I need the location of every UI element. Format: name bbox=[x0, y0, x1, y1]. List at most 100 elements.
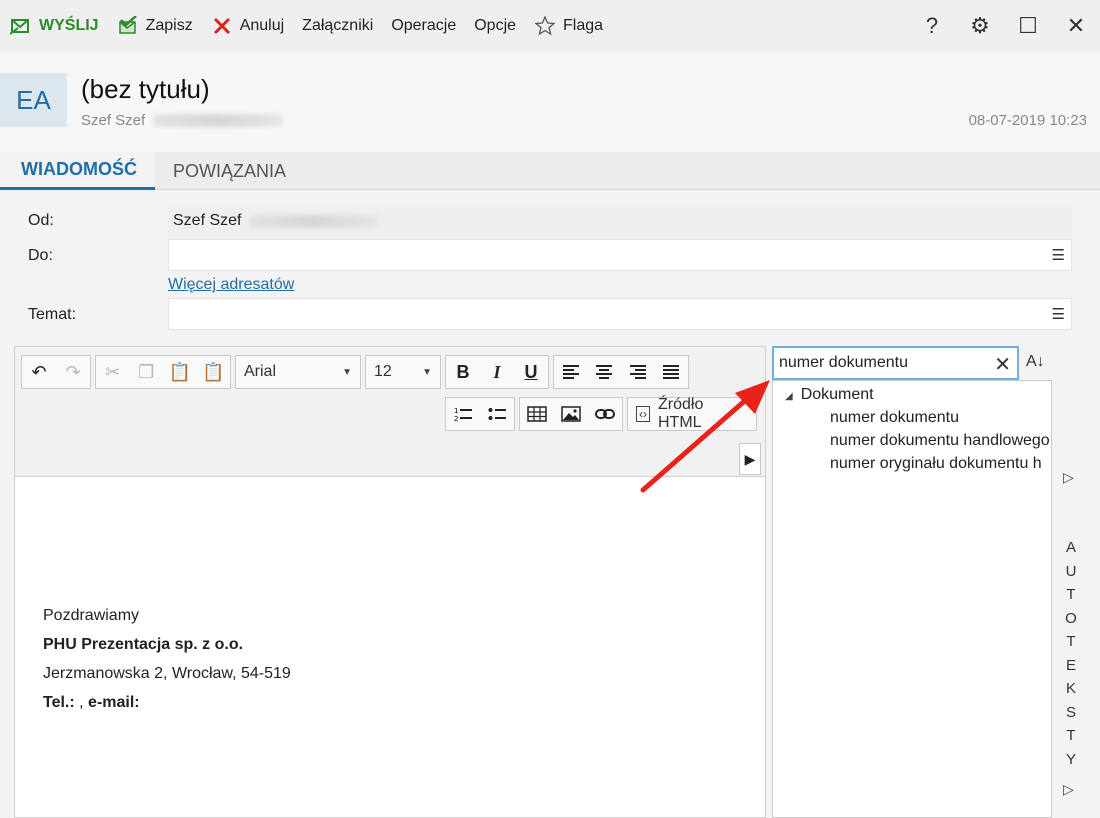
collapse-triangle-icon[interactable]: ◢ bbox=[785, 391, 793, 402]
attachments-label: Załączniki bbox=[302, 17, 374, 34]
subject-field[interactable]: ☰ bbox=[168, 298, 1072, 330]
signature-greeting: Pozdrawiamy bbox=[43, 607, 140, 624]
list-group: 12 bbox=[445, 397, 515, 431]
expand-toolbar-icon[interactable]: ▶ bbox=[739, 443, 761, 475]
send-mail-icon bbox=[10, 15, 32, 37]
hamburger-icon[interactable]: ☰ bbox=[1052, 246, 1065, 264]
sort-button[interactable]: A↓ bbox=[1026, 353, 1045, 371]
send-button[interactable]: WYŚLIJ bbox=[0, 0, 108, 52]
insert-group bbox=[519, 397, 623, 431]
to-field[interactable]: ☰ bbox=[168, 239, 1072, 271]
code-icon: ‹› bbox=[636, 406, 650, 422]
contact-separator: , bbox=[74, 694, 89, 711]
redo-icon[interactable]: ↷ bbox=[56, 356, 90, 388]
from-label: Od: bbox=[28, 212, 54, 229]
options-menu[interactable]: Opcje bbox=[465, 0, 525, 52]
numbered-list-icon[interactable]: 12 bbox=[446, 398, 480, 430]
align-justify-icon[interactable] bbox=[655, 356, 689, 388]
tree-item[interactable]: numer dokumentu bbox=[830, 409, 959, 427]
font-select[interactable]: Arial ▼ bbox=[235, 355, 361, 389]
top-toolbar: WYŚLIJ Zapisz Anuluj Załączniki Operacje… bbox=[0, 0, 1100, 52]
help-icon[interactable]: ? bbox=[908, 0, 956, 52]
operations-label: Operacje bbox=[391, 17, 457, 34]
chevron-down-icon: ▼ bbox=[422, 366, 432, 378]
more-recipients-link[interactable]: Więcej adresatów bbox=[168, 276, 294, 294]
clipboard-group: ✂ ❐ 📋 📋 bbox=[95, 355, 231, 389]
message-date: 08-07-2019 10:23 bbox=[968, 112, 1087, 129]
save-label: Zapisz bbox=[145, 17, 193, 34]
tree-item[interactable]: numer oryginału dokumentu h bbox=[830, 455, 1042, 473]
blurred-email bbox=[249, 214, 380, 228]
image-icon[interactable] bbox=[554, 398, 588, 430]
html-source-button[interactable]: ‹› Źródło HTML bbox=[627, 396, 757, 431]
from-value: Szef Szef bbox=[173, 212, 242, 229]
autotext-tree: ◢ Dokument numer dokumentu numer dokument… bbox=[772, 380, 1052, 818]
font-name: Arial bbox=[244, 363, 277, 380]
cancel-button[interactable]: Anuluj bbox=[202, 0, 293, 52]
hamburger-icon[interactable]: ☰ bbox=[1052, 305, 1065, 323]
tab-relations[interactable]: POWIĄZANIA bbox=[155, 152, 304, 190]
bullet-list-icon[interactable] bbox=[480, 398, 514, 430]
tree-node-dokument[interactable]: ◢ Dokument bbox=[785, 386, 874, 404]
email-label: e-mail: bbox=[88, 694, 140, 711]
align-left-icon[interactable] bbox=[554, 356, 588, 388]
chevron-down-icon: ▼ bbox=[342, 366, 352, 378]
close-icon[interactable]: ✕ bbox=[1052, 0, 1100, 52]
window-controls: ? ⚙ ☐ ✕ bbox=[908, 0, 1100, 52]
undo-redo-group: ↶ ↷ bbox=[21, 355, 91, 389]
clear-icon[interactable]: ✕ bbox=[994, 352, 1011, 377]
operations-menu[interactable]: Operacje bbox=[382, 0, 465, 52]
italic-icon[interactable]: I bbox=[480, 356, 514, 388]
message-sender: Szef Szef bbox=[81, 112, 284, 129]
message-title: (bez tytułu) bbox=[81, 74, 210, 104]
flag-label: Flaga bbox=[563, 17, 604, 34]
tab-bar: WIADOMOŚĆ POWIĄZANIA bbox=[0, 152, 1100, 190]
search-value: numer dokumentu bbox=[779, 354, 908, 371]
maximize-icon[interactable]: ☐ bbox=[1004, 0, 1052, 52]
star-icon bbox=[534, 15, 556, 37]
tree-item[interactable]: numer dokumentu handlowego bbox=[830, 432, 1050, 450]
undo-icon[interactable]: ↶ bbox=[22, 356, 56, 388]
html-editor: ↶ ↷ ✂ ❐ 📋 📋 Arial ▼ 12 ▼ B I U 12 ‹› Źró… bbox=[14, 346, 766, 818]
to-label: Do: bbox=[28, 247, 53, 264]
editor-body[interactable]: Pozdrawiamy PHU Prezentacja sp. z o.o. J… bbox=[43, 601, 291, 717]
html-source-label: Źródło HTML bbox=[658, 396, 704, 431]
send-label: WYŚLIJ bbox=[39, 17, 99, 34]
cancel-label: Anuluj bbox=[239, 17, 285, 34]
bold-icon[interactable]: B bbox=[446, 356, 480, 388]
gear-icon[interactable]: ⚙ bbox=[956, 0, 1004, 52]
table-icon[interactable] bbox=[520, 398, 554, 430]
signature-company: PHU Prezentacja sp. z o.o. bbox=[43, 636, 244, 653]
align-center-icon[interactable] bbox=[588, 356, 622, 388]
sender-name: Szef Szef bbox=[81, 112, 146, 129]
html-source-inner: ‹› Źródło HTML bbox=[628, 396, 756, 431]
autotexts-vertical-label[interactable]: AUTOTEKSTY bbox=[1064, 536, 1078, 771]
size-select[interactable]: 12 ▼ bbox=[365, 355, 441, 389]
autotext-search-input[interactable]: numer dokumentu ✕ bbox=[772, 346, 1019, 380]
copy-icon[interactable]: ❐ bbox=[130, 356, 164, 388]
expand-arrow-icon[interactable]: ▷ bbox=[1063, 781, 1074, 798]
style-group: B I U bbox=[445, 355, 549, 389]
cut-icon[interactable]: ✂ bbox=[96, 356, 130, 388]
font-size: 12 bbox=[374, 363, 392, 380]
signature-contact: Tel.: , e-mail: bbox=[43, 688, 291, 717]
svg-text:2: 2 bbox=[454, 415, 458, 422]
close-red-icon bbox=[211, 15, 233, 37]
paste-icon[interactable]: 📋 bbox=[163, 356, 197, 388]
flag-button[interactable]: Flaga bbox=[525, 0, 612, 52]
attachments-menu[interactable]: Załączniki bbox=[293, 0, 382, 52]
tab-message[interactable]: WIADOMOŚĆ bbox=[0, 152, 155, 190]
save-button[interactable]: Zapisz bbox=[108, 0, 202, 52]
options-label: Opcje bbox=[474, 17, 517, 34]
align-right-icon[interactable] bbox=[621, 356, 655, 388]
blurred-email bbox=[153, 114, 284, 127]
expand-arrow-icon[interactable]: ▷ bbox=[1063, 469, 1074, 486]
phone-label: Tel.: bbox=[43, 694, 75, 711]
message-header: EA (bez tytułu) Szef Szef 08-07-2019 10:… bbox=[0, 52, 1100, 152]
underline-icon[interactable]: U bbox=[514, 356, 548, 388]
from-field: Szef Szef bbox=[168, 205, 1072, 237]
link-icon[interactable] bbox=[588, 398, 622, 430]
paste-text-icon[interactable]: 📋 bbox=[197, 356, 231, 388]
editor-toolbar: ↶ ↷ ✂ ❐ 📋 📋 Arial ▼ 12 ▼ B I U 12 ‹› Źró… bbox=[15, 347, 765, 477]
align-group bbox=[553, 355, 689, 389]
